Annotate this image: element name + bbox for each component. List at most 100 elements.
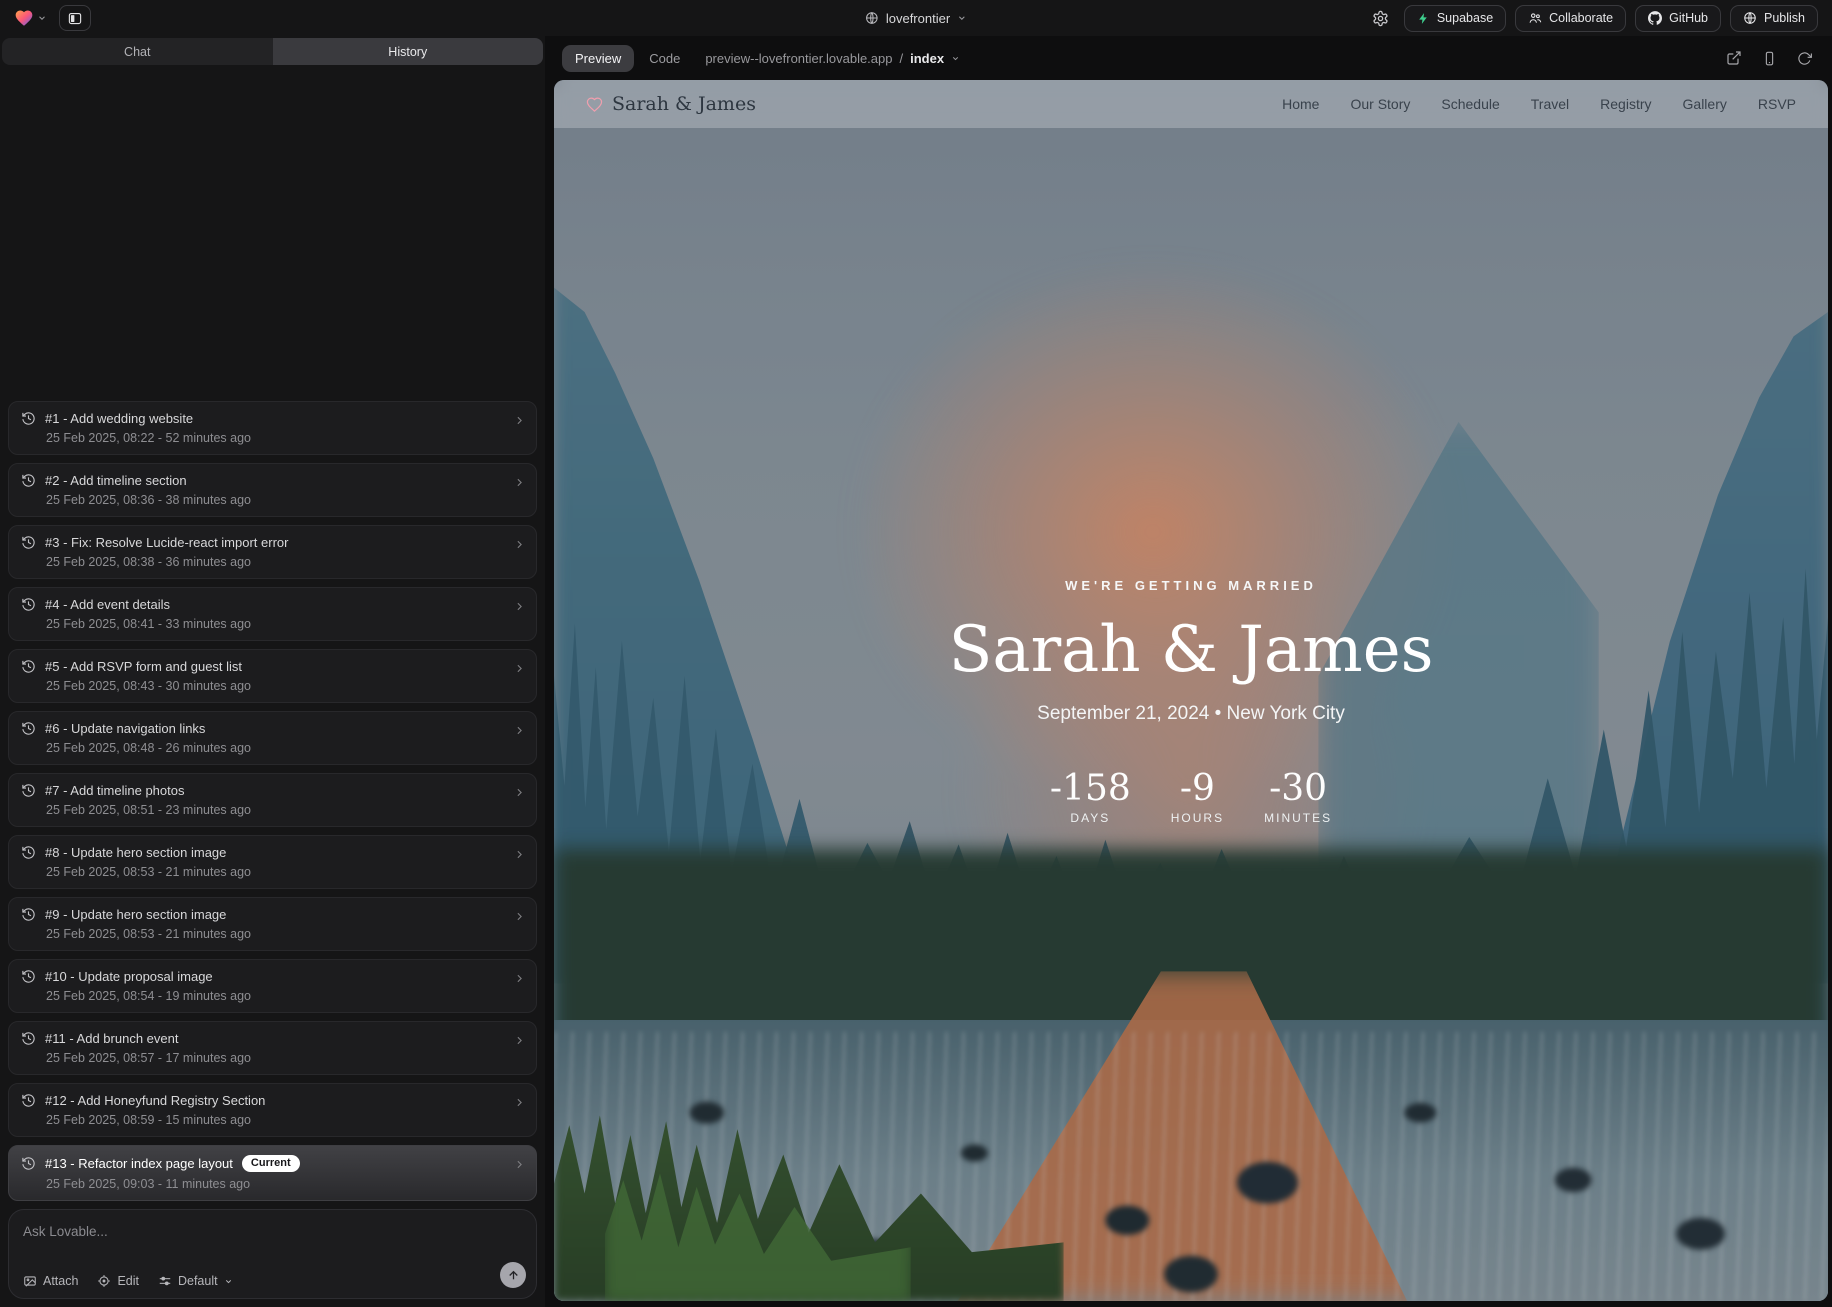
history-item-title: #1 - Add wedding website	[45, 411, 193, 426]
tab-preview[interactable]: Preview	[562, 45, 634, 72]
nav-our-story[interactable]: Our Story	[1350, 96, 1410, 112]
chat-sidebar: Chat History #1 - Add wedding website 25…	[0, 36, 545, 1307]
github-button[interactable]: GitHub	[1635, 5, 1721, 32]
nav-rsvp[interactable]: RSVP	[1758, 96, 1796, 112]
settings-button[interactable]	[1367, 4, 1395, 32]
chevron-right-icon	[513, 662, 526, 675]
mode-select[interactable]: Default	[158, 1274, 233, 1288]
app-topbar: lovefrontier Supabase Collaborate	[0, 0, 1832, 36]
history-item[interactable]: #9 - Update hero section image 25 Feb 20…	[8, 897, 537, 951]
sidebar-toggle-button[interactable]	[59, 5, 91, 31]
history-item-title: #4 - Add event details	[45, 597, 170, 612]
chevron-down-icon	[224, 1277, 233, 1286]
tab-chat[interactable]: Chat	[2, 38, 273, 65]
history-item-title: #7 - Add timeline photos	[45, 783, 184, 798]
nav-gallery[interactable]: Gallery	[1683, 96, 1727, 112]
history-item[interactable]: #1 - Add wedding website 25 Feb 2025, 08…	[8, 401, 537, 455]
ask-lovable-input[interactable]	[23, 1224, 522, 1239]
history-item[interactable]: #10 - Update proposal image 25 Feb 2025,…	[8, 959, 537, 1013]
history-item[interactable]: #3 - Fix: Resolve Lucide-react import er…	[8, 525, 537, 579]
history-item[interactable]: #12 - Add Honeyfund Registry Section 25 …	[8, 1083, 537, 1137]
countdown-hours: -9 HOURS	[1171, 771, 1224, 825]
site-brand[interactable]: Sarah & James	[586, 93, 756, 115]
tab-code[interactable]: Code	[649, 51, 680, 66]
collaborate-button[interactable]: Collaborate	[1515, 5, 1626, 32]
history-item[interactable]: #2 - Add timeline section 25 Feb 2025, 0…	[8, 463, 537, 517]
history-item[interactable]: #6 - Update navigation links 25 Feb 2025…	[8, 711, 537, 765]
panel-left-icon	[67, 11, 83, 26]
nav-schedule[interactable]: Schedule	[1441, 96, 1499, 112]
history-item-current[interactable]: #13 - Refactor index page layout Current…	[8, 1145, 537, 1201]
lovable-logo-menu[interactable]	[14, 8, 47, 28]
history-item[interactable]: #5 - Add RSVP form and guest list 25 Feb…	[8, 649, 537, 703]
history-item[interactable]: #4 - Add event details 25 Feb 2025, 08:4…	[8, 587, 537, 641]
history-item[interactable]: #8 - Update hero section image 25 Feb 20…	[8, 835, 537, 889]
countdown-minutes-value: -30	[1264, 771, 1332, 807]
history-item-title: #3 - Fix: Resolve Lucide-react import er…	[45, 535, 288, 550]
history-icon	[21, 969, 36, 984]
history-icon	[21, 1156, 36, 1171]
countdown-days-label: DAYS	[1050, 811, 1131, 825]
site-nav: Home Our Story Schedule Travel Registry …	[1282, 96, 1796, 112]
chevron-right-icon	[513, 848, 526, 861]
publish-globe-icon	[1743, 11, 1757, 25]
chevron-right-icon	[513, 786, 526, 799]
chevron-down-icon	[37, 13, 47, 23]
hero-title: Sarah & James	[554, 613, 1828, 687]
refresh-icon	[1797, 51, 1812, 66]
history-item[interactable]: #7 - Add timeline photos 25 Feb 2025, 08…	[8, 773, 537, 827]
history-item-timestamp: 25 Feb 2025, 08:53 - 21 minutes ago	[46, 865, 506, 879]
project-name: lovefrontier	[886, 11, 950, 26]
external-link-icon	[1726, 50, 1742, 66]
mobile-view-button[interactable]	[1762, 51, 1777, 66]
chevron-right-icon	[513, 476, 526, 489]
preview-workspace: Preview Code preview--lovefrontier.lovab…	[545, 36, 1832, 1307]
history-icon	[21, 535, 36, 550]
history-item-title: #2 - Add timeline section	[45, 473, 187, 488]
supabase-icon	[1417, 12, 1430, 25]
history-item-timestamp: 25 Feb 2025, 08:22 - 52 minutes ago	[46, 431, 506, 445]
send-button[interactable]	[500, 1262, 526, 1288]
tab-history[interactable]: History	[273, 38, 544, 65]
preview-toolbar: Preview Code preview--lovefrontier.lovab…	[554, 36, 1828, 80]
history-icon	[21, 473, 36, 488]
history-item-timestamp: 25 Feb 2025, 08:38 - 36 minutes ago	[46, 555, 506, 569]
refresh-button[interactable]	[1797, 51, 1812, 66]
history-icon	[21, 597, 36, 612]
topbar-actions: Supabase Collaborate GitHub Publish	[1367, 4, 1818, 32]
project-switcher[interactable]: lovefrontier	[865, 11, 967, 26]
history-item-title: #10 - Update proposal image	[45, 969, 213, 984]
chevron-right-icon	[513, 538, 526, 551]
supabase-button[interactable]: Supabase	[1404, 5, 1506, 32]
github-icon	[1648, 11, 1662, 25]
hero-date: September 21, 2024 • New York City	[554, 703, 1828, 725]
countdown-hours-label: HOURS	[1171, 811, 1224, 825]
open-external-button[interactable]	[1726, 50, 1742, 66]
history-item-title: #6 - Update navigation links	[45, 721, 205, 736]
history-icon	[21, 659, 36, 674]
history-item-title: #13 - Refactor index page layout	[45, 1156, 233, 1171]
hero-section: WE'RE GETTING MARRIED Sarah & James Sept…	[554, 578, 1828, 825]
countdown-minutes: -30 MINUTES	[1264, 771, 1332, 825]
history-item-timestamp: 25 Feb 2025, 08:43 - 30 minutes ago	[46, 679, 506, 693]
publish-button[interactable]: Publish	[1730, 5, 1818, 32]
history-item-timestamp: 25 Feb 2025, 09:03 - 11 minutes ago	[46, 1177, 506, 1191]
preview-url[interactable]: preview--lovefrontier.lovable.app / inde…	[705, 51, 960, 66]
nav-home[interactable]: Home	[1282, 96, 1319, 112]
edit-button[interactable]: Edit	[97, 1274, 139, 1288]
edit-label: Edit	[117, 1274, 139, 1288]
nav-travel[interactable]: Travel	[1531, 96, 1569, 112]
history-item[interactable]: #11 - Add brunch event 25 Feb 2025, 08:5…	[8, 1021, 537, 1075]
nav-registry[interactable]: Registry	[1600, 96, 1651, 112]
preview-url-separator: /	[899, 51, 903, 66]
preview-url-host: preview--lovefrontier.lovable.app	[705, 51, 892, 66]
attach-button[interactable]: Attach	[23, 1274, 78, 1288]
composer-actions: Attach Edit Default	[23, 1274, 233, 1288]
history-item-timestamp: 25 Feb 2025, 08:48 - 26 minutes ago	[46, 741, 506, 755]
history-icon	[21, 1031, 36, 1046]
site-header: Sarah & James Home Our Story Schedule Tr…	[554, 80, 1828, 128]
history-item-title: #12 - Add Honeyfund Registry Section	[45, 1093, 265, 1108]
prompt-composer: Attach Edit Default	[8, 1209, 537, 1299]
history-item-timestamp: 25 Feb 2025, 08:36 - 38 minutes ago	[46, 493, 506, 507]
sliders-icon	[158, 1274, 172, 1288]
